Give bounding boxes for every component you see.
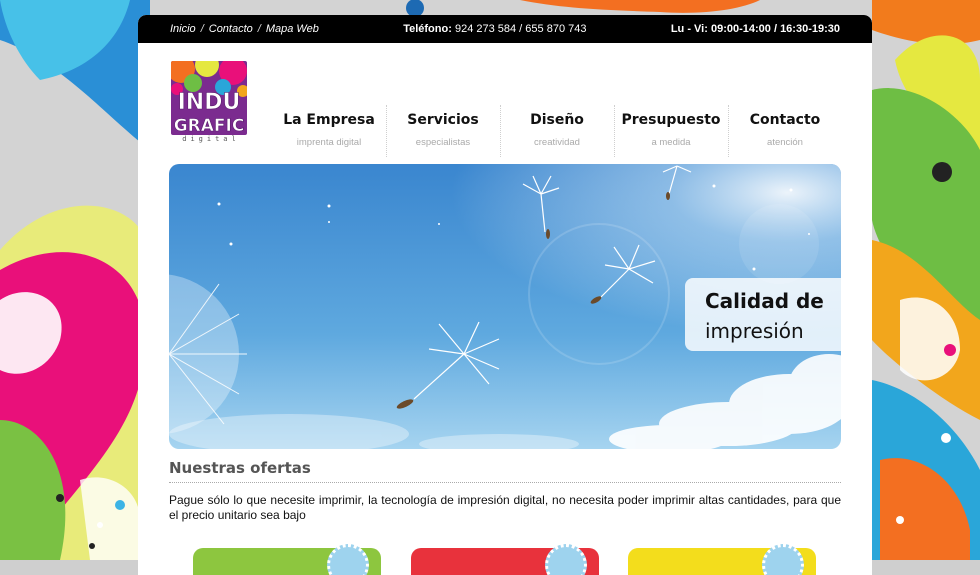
logo-text-indu: INDU	[178, 90, 241, 115]
hero-slider[interactable]: Calidad de impresión	[169, 164, 841, 449]
nav-presupuesto[interactable]: Presupuesto a medida	[614, 105, 728, 157]
nav-label: Presupuesto	[621, 112, 721, 128]
offer-card-red[interactable]	[411, 544, 599, 575]
main-nav: La Empresa imprenta digital Servicios es…	[272, 105, 842, 157]
phone-label: Teléfono:	[403, 23, 452, 35]
offer-card-yellow[interactable]	[628, 544, 816, 575]
section-description: Pague sólo lo que necesite imprimir, la …	[169, 493, 841, 522]
hero-caption-line2: impresión	[705, 319, 804, 343]
nav-subtitle: imprenta digital	[296, 137, 362, 148]
nav-label: Servicios	[407, 112, 479, 128]
hero-caption: Calidad de impresión	[685, 278, 841, 351]
nav-subtitle: a medida	[651, 137, 691, 148]
hours-value: 09:00-14:00 / 16:30-19:30	[710, 23, 840, 35]
logo-graphic: INDU GRAFIC	[171, 61, 247, 135]
nav-label: Contacto	[749, 112, 821, 128]
top-links: Inicio / Contacto / Mapa Web	[170, 23, 319, 35]
link-separator: /	[200, 23, 204, 35]
nav-servicios[interactable]: Servicios especialistas	[386, 105, 500, 157]
link-contacto[interactable]: Contacto	[209, 23, 253, 35]
phone-info: Teléfono: 924 273 584 / 655 870 743	[403, 23, 586, 35]
logo-text-grafic: GRAFIC	[174, 116, 245, 135]
offer-card-green[interactable]	[193, 544, 381, 575]
site-header: INDU GRAFIC digital La Empresa imprenta …	[138, 43, 872, 163]
page-container: Inicio / Contacto / Mapa Web Teléfono: 9…	[138, 15, 872, 575]
nav-la-empresa[interactable]: La Empresa imprenta digital	[272, 105, 386, 148]
nav-label: La Empresa	[283, 112, 375, 128]
hours-label: Lu - Vi:	[670, 23, 708, 35]
top-bar: Inicio / Contacto / Mapa Web Teléfono: 9…	[138, 15, 872, 43]
link-inicio[interactable]: Inicio	[170, 23, 196, 35]
nav-subtitle: atención	[767, 137, 803, 148]
nav-subtitle: creatividad	[534, 137, 580, 148]
section-title: Nuestras ofertas	[169, 459, 841, 483]
nav-diseno[interactable]: Diseño creatividad	[500, 105, 614, 157]
logo[interactable]: INDU GRAFIC digital	[171, 61, 247, 145]
link-mapa-web[interactable]: Mapa Web	[266, 23, 319, 35]
nav-subtitle: especialistas	[415, 137, 471, 148]
link-separator: /	[257, 23, 261, 35]
phone-numbers: 924 273 584 / 655 870 743	[454, 23, 587, 35]
logo-image: INDU GRAFIC	[171, 61, 247, 135]
logo-text-digital: digital	[182, 135, 240, 143]
nav-contacto[interactable]: Contacto atención	[728, 105, 842, 157]
nav-label: Diseño	[530, 112, 584, 128]
opening-hours: Lu - Vi: 09:00-14:00 / 16:30-19:30	[671, 23, 840, 35]
hero-caption-line1: Calidad de	[705, 289, 824, 313]
